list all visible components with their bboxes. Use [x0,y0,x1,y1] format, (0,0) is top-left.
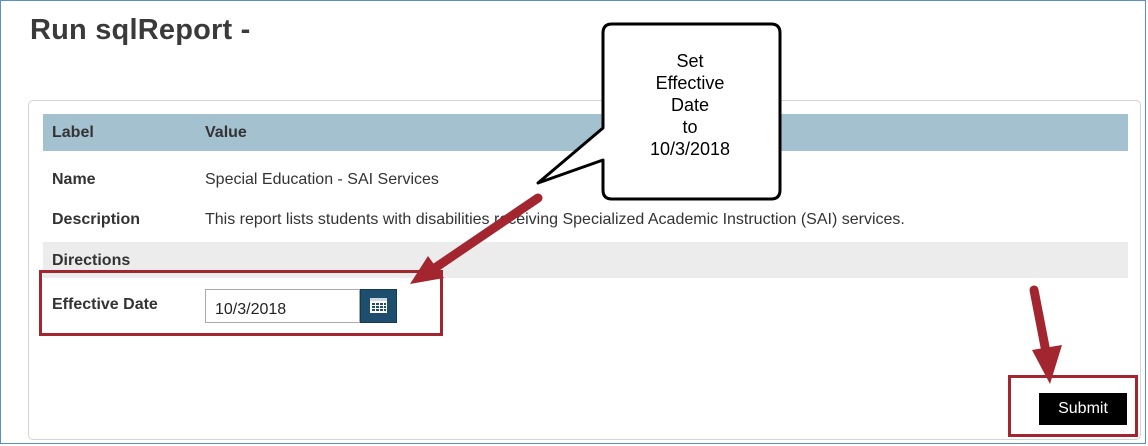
effective-date-highlight [39,270,443,336]
callout-line: Set [676,51,704,71]
submit-highlight [1008,375,1138,437]
arrow-to-submit [1029,285,1062,384]
callout-line: Effective [655,73,725,93]
callout-line: Date [670,95,710,115]
callout-line: 10/3/2018 [649,139,731,159]
annotation-overlay [410,22,1062,384]
callout-text: Set Effective Date to 10/3/2018 [602,50,778,160]
callout-line: to [682,117,698,137]
